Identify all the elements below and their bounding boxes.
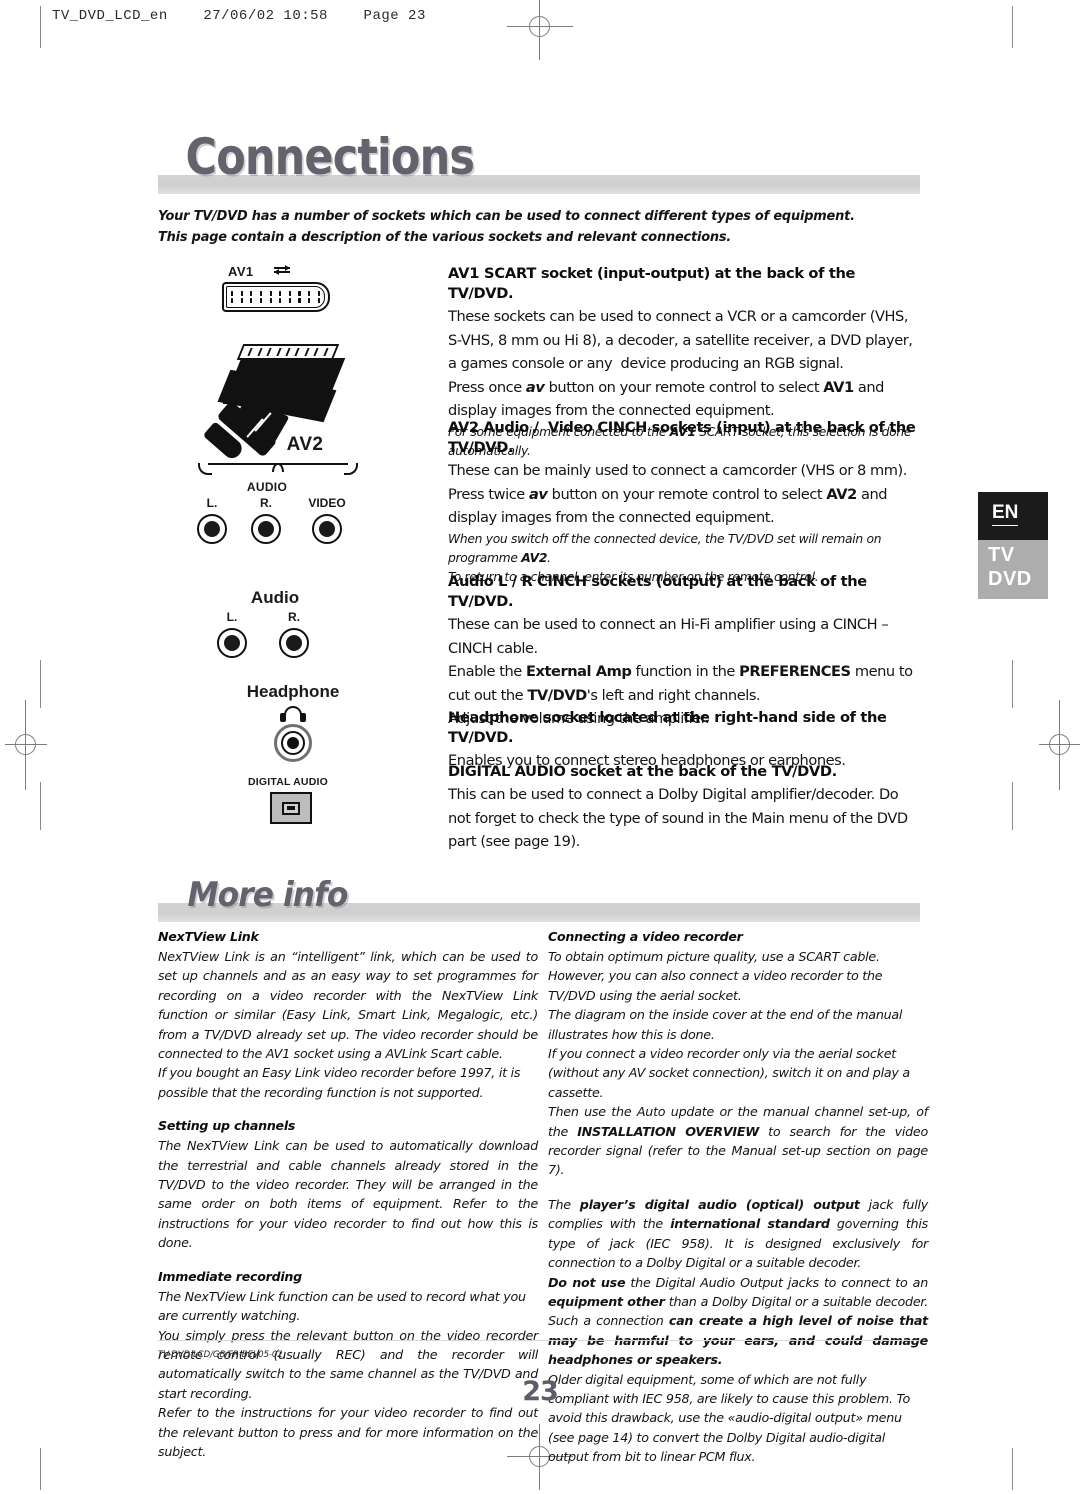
- av2-audio-caption: AUDIO: [246, 480, 288, 494]
- more-info-paragraph: If you bought an Easy Link video recorde…: [158, 1065, 521, 1100]
- language-tab-product: TV DVD: [978, 540, 1048, 599]
- optical-socket-icon: [270, 792, 312, 824]
- page-title: Connections: [185, 128, 475, 186]
- more-info-paragraph: The NexTView Link can be used to automat…: [158, 1138, 538, 1251]
- av1-diagram-label: AV1: [228, 264, 254, 279]
- scart-socket-icon: [222, 282, 330, 312]
- page-number: 23: [522, 1376, 559, 1407]
- section-av2-heading: AV2 Audio / Video CINCH sockets (input) …: [448, 419, 916, 456]
- section-digital-audio-heading: DIGITAL AUDIO socket at the back of the …: [448, 763, 837, 780]
- rca-jack-icon: [217, 628, 247, 658]
- audio-out-jack-labels: L. R.: [216, 610, 336, 624]
- section-digital-audio-paragraph-1: This can be used to connect a Dolby Digi…: [448, 786, 908, 850]
- section-av2-note-1: When you switch off the connected device…: [448, 531, 882, 565]
- more-info-banner: More info: [158, 878, 920, 922]
- more-info-paragraph: To obtain optimum picture quality, use a…: [548, 949, 883, 1003]
- audio-out-diagram-label: Audio: [250, 588, 300, 607]
- page-title-banner: Connections: [158, 132, 920, 194]
- more-info-heading-setting-up-channels: Setting up channels: [158, 1118, 296, 1134]
- rca-jack-icon: [251, 514, 281, 544]
- rca-jack-icon: [312, 514, 342, 544]
- language-code: EN: [992, 502, 1019, 526]
- more-info-heading-immediate-recording: Immediate recording: [158, 1268, 302, 1284]
- bidirectional-arrows-icon: [274, 264, 290, 276]
- headphone-diagram-label: Headphone: [246, 682, 340, 701]
- more-info-paragraph: The NexTView Link function can be used t…: [158, 1288, 526, 1324]
- section-av1-paragraph-2: Press once av button on your remote cont…: [448, 378, 884, 420]
- section-audio-lr-heading: Audio L / R CINCH sockets (output) at th…: [448, 573, 867, 610]
- product-tv-label: TV: [988, 544, 1015, 566]
- av2-diagram-label: AV2: [286, 434, 324, 455]
- section-digital-audio: DIGITAL AUDIO socket at the back of the …: [448, 762, 920, 854]
- language-tab: EN TV DVD: [978, 492, 1048, 599]
- section-headphone-heading: Headphone socket located at the right-ha…: [448, 709, 887, 746]
- section-av2-paragraph-1: These can be mainly used to connect a ca…: [448, 462, 907, 479]
- intro-line-2: This page contain a description of the v…: [158, 229, 732, 245]
- more-info-paragraph: NexTView Link is an “intelligent” link, …: [158, 949, 538, 1062]
- rca-jack-icon: [279, 628, 309, 658]
- av2-group-brace: [198, 460, 358, 475]
- audio-out-jacks: [216, 628, 310, 658]
- more-info-heading-connecting-video-recorder: Connecting a video recorder: [548, 929, 743, 944]
- more-info-paragraph: The diagram on the inside cover at the e…: [548, 1007, 903, 1042]
- more-info-paragraph-do-not-use: Do not use the Digital Audio Output jack…: [548, 1274, 929, 1368]
- more-info-heading-nextview: NexTView Link: [158, 929, 259, 944]
- av2-left-label: L.: [206, 496, 218, 510]
- digital-audio-diagram-label: DIGITAL AUDIO: [248, 776, 328, 788]
- footer-divider: [158, 1340, 920, 1341]
- audio-left-label: L.: [226, 610, 238, 624]
- headphone-icon: [280, 706, 306, 722]
- av2-video-label: VIDEO: [308, 496, 346, 510]
- section-av2: AV2 Audio / Video CINCH sockets (input) …: [448, 418, 920, 587]
- product-dvd-label: DVD: [988, 568, 1032, 590]
- av2-jack-labels: L. R. VIDEO: [196, 496, 356, 510]
- manual-page: Connections Your TV/DVD has a number of …: [0, 0, 1080, 1494]
- section-audio-lr: Audio L / R CINCH sockets (output) at th…: [448, 572, 920, 731]
- headphone-jack-icon: [274, 724, 312, 762]
- more-info-paragraph-optical-output: The player’s digital audio (optical) out…: [548, 1196, 929, 1271]
- intro-line-1: Your TV/DVD has a number of sockets whic…: [158, 208, 855, 224]
- av2-right-label: R.: [260, 496, 272, 510]
- section-av1-heading: AV1 SCART socket (input-output) at the b…: [448, 265, 856, 302]
- more-info-paragraph-installation-overview: Then use the Auto update or the manual c…: [548, 1104, 928, 1178]
- av2-jacks: [196, 514, 350, 544]
- more-info-paragraph: Refer to the instructions for your video…: [158, 1405, 538, 1459]
- more-info-title: More info: [187, 875, 348, 915]
- section-audio-lr-paragraph-1: These can be used to connect an Hi-Fi am…: [448, 616, 889, 657]
- language-tab-en: EN: [978, 492, 1048, 540]
- rca-jack-icon: [197, 514, 227, 544]
- audio-right-label: R.: [288, 610, 300, 624]
- section-av2-paragraph-2: Press twice av button on your remote con…: [448, 485, 888, 527]
- more-info-paragraph: If you connect a video recorder only via…: [548, 1046, 910, 1100]
- section-av1-paragraph-1: These sockets can be used to connect a V…: [448, 308, 913, 372]
- intro-text: Your TV/DVD has a number of sockets whic…: [158, 206, 928, 248]
- section-audio-lr-paragraph-2: Enable the External Amp function in the …: [448, 663, 913, 704]
- document-code: TV-DVD-LCD/GB/FR-BEI/05-02: [158, 1350, 283, 1360]
